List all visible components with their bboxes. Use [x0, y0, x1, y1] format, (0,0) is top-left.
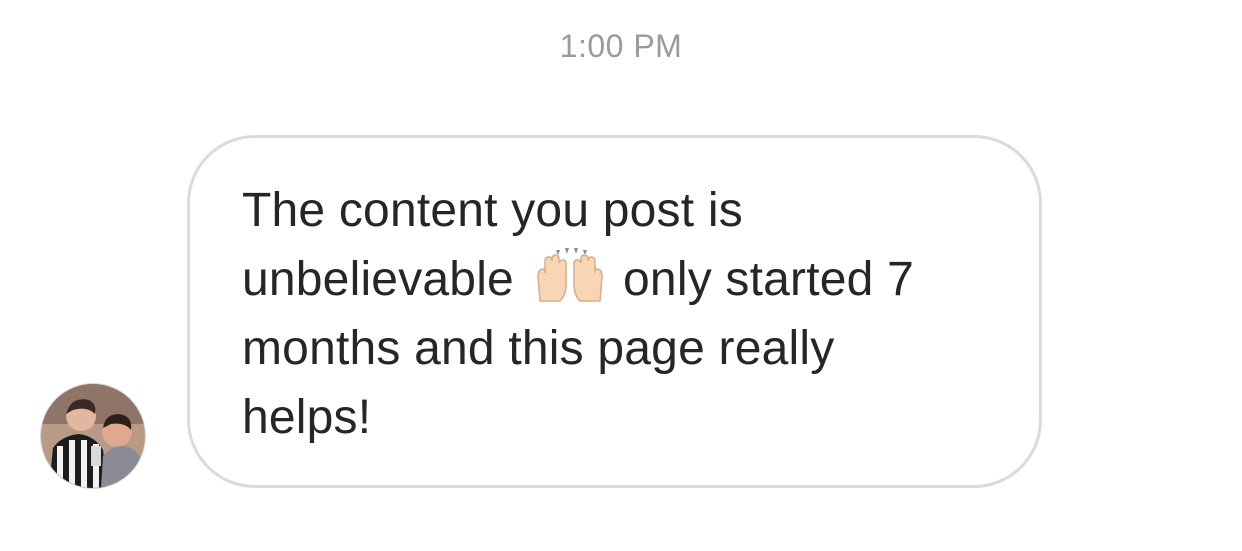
received-message-bubble[interactable]: The content you post is unbelievable onl… [187, 135, 1042, 488]
sender-avatar[interactable] [40, 383, 146, 489]
raising-hands-emoji-icon [534, 247, 606, 303]
message-row: The content you post is unbelievable onl… [0, 0, 1242, 551]
avatar-photo [41, 384, 145, 488]
message-text: The content you post is unbelievable onl… [242, 176, 1022, 452]
